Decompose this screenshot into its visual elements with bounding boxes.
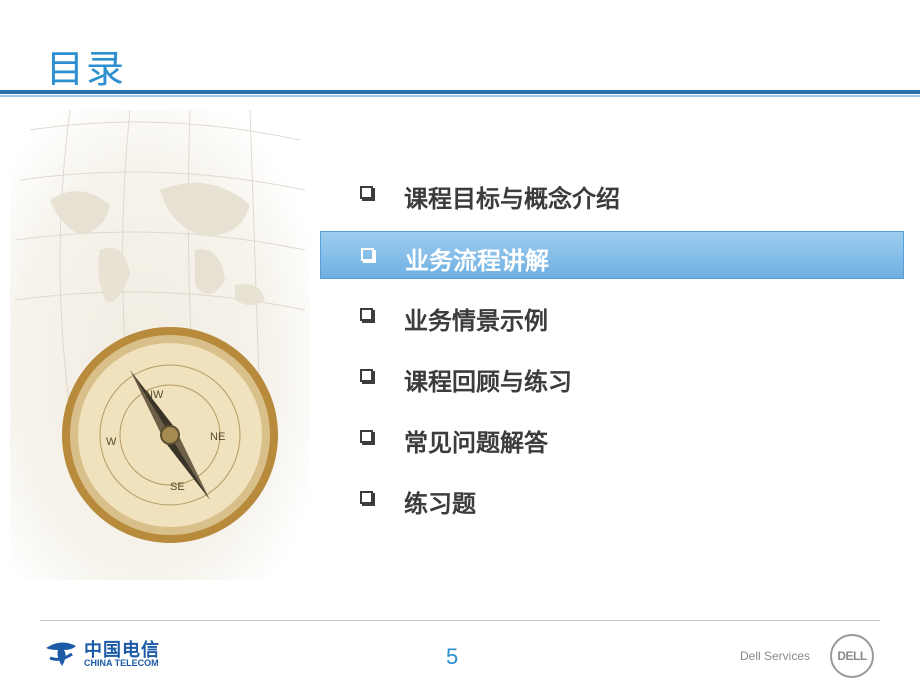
checkbox-bullet-icon [360,491,373,504]
svg-text:W: W [106,436,117,448]
china-telecom-en-text: CHINA TELECOM [84,658,159,668]
toc-item-business-process[interactable]: 业务流程讲解 [320,231,904,279]
china-telecom-icon [46,642,76,666]
checkbox-bullet-icon [360,186,373,199]
svg-text:SE: SE [170,481,185,493]
title-divider-light [0,95,920,97]
checkbox-bullet-icon [360,430,373,443]
compass-icon: NW NE W SE [62,327,278,543]
dell-logo: DELL [830,634,874,678]
toc-item-label: 课程目标与概念介绍 [404,185,620,213]
checkbox-bullet-icon [360,308,373,321]
china-telecom-logo: 中国电信 CHINA TELECOM [42,636,162,672]
slide-title: 目录 [46,47,127,91]
toc-item-label: 常见问题解答 [404,429,548,457]
compass-map-illustration: NW NE W SE [10,110,310,580]
toc-item-course-goals[interactable]: 课程目标与概念介绍 [320,170,904,218]
toc-item-label: 练习题 [404,490,476,518]
svg-text:NE: NE [210,431,225,443]
compass-map-graphic: NW NE W SE [14,110,306,543]
toc-item-label: 业务情景示例 [404,307,548,335]
toc-item-faq[interactable]: 常见问题解答 [320,414,904,462]
table-of-contents: 课程目标与概念介绍 业务流程讲解 业务情景示例 课程回顾与练习 常见问题解答 练… [320,170,904,536]
svg-text:NW: NW [145,389,164,401]
checkbox-bullet-icon [361,248,374,261]
toc-item-exercises[interactable]: 练习题 [320,475,904,523]
footer-divider [40,620,880,621]
toc-item-review-practice[interactable]: 课程回顾与练习 [320,353,904,401]
vendor-text: Dell Services [740,649,811,663]
toc-item-business-scenarios[interactable]: 业务情景示例 [320,292,904,340]
toc-item-label: 课程回顾与练习 [404,368,572,396]
title-divider [0,90,920,94]
checkbox-bullet-icon [360,369,373,382]
toc-item-label: 业务流程讲解 [405,247,549,275]
page-number: 5 [446,644,459,669]
